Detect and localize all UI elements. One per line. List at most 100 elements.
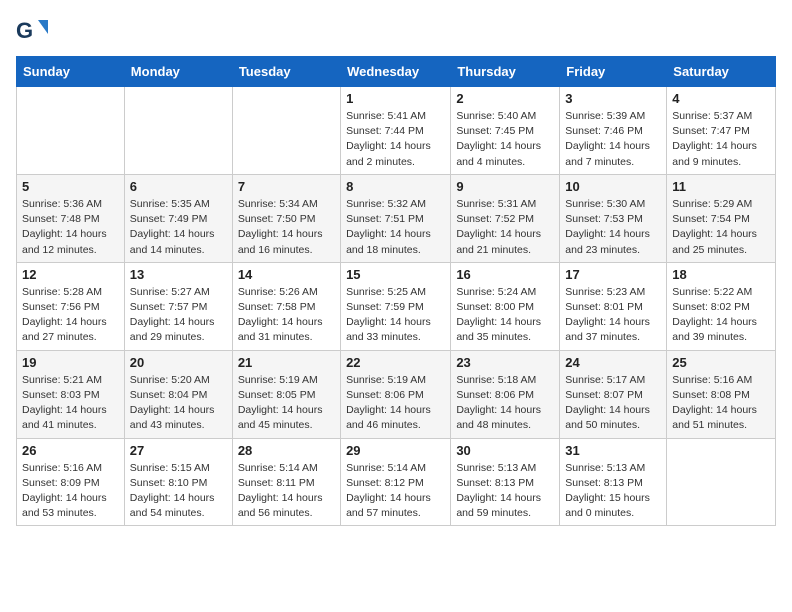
calendar-cell: 7Sunrise: 5:34 AM Sunset: 7:50 PM Daylig… xyxy=(232,174,340,262)
day-info: Sunrise: 5:37 AM Sunset: 7:47 PM Dayligh… xyxy=(672,109,770,170)
day-info: Sunrise: 5:31 AM Sunset: 7:52 PM Dayligh… xyxy=(456,197,554,258)
calendar-cell: 26 Sunrise: 5:16 AM Sunset: 8:09 PM Dayli… xyxy=(17,438,125,526)
day-number: 21 xyxy=(238,355,335,370)
calendar-week-row: 5 Sunrise: 5:36 AM Sunset: 7:48 PM Daylig… xyxy=(17,174,776,262)
day-number: 10 xyxy=(565,179,661,194)
day-number: 12 xyxy=(22,267,119,282)
header-area: G xyxy=(16,16,776,48)
calendar-cell: 12 Sunrise: 5:28 AM Sunset: 7:56 PM Dayli… xyxy=(17,262,125,350)
calendar-cell: 16 Sunrise: 5:24 AM Sunset: 8:00 PM Dayli… xyxy=(451,262,560,350)
day-info: Sunrise: 5:41 AM Sunset: 7:44 PM Dayligh… xyxy=(346,109,445,170)
calendar-cell: 29Sunrise: 5:14 AM Sunset: 8:12 PM Dayli… xyxy=(341,438,451,526)
weekday-header-friday: Friday xyxy=(560,57,667,87)
day-number: 9 xyxy=(456,179,554,194)
weekday-header-tuesday: Tuesday xyxy=(232,57,340,87)
day-info: Sunrise: 5:21 AM Sunset: 8:03 PM Dayligh… xyxy=(22,373,119,434)
day-info: Sunrise: 5:29 AM Sunset: 7:54 PM Dayligh… xyxy=(672,197,770,258)
day-info: Sunrise: 5:26 AM Sunset: 7:58 PM Dayligh… xyxy=(238,285,335,346)
calendar-cell: 17 Sunrise: 5:23 AM Sunset: 8:01 PM Dayli… xyxy=(560,262,667,350)
calendar-cell: 28Sunrise: 5:14 AM Sunset: 8:11 PM Dayli… xyxy=(232,438,340,526)
day-info: Sunrise: 5:36 AM Sunset: 7:48 PM Dayligh… xyxy=(22,197,119,258)
day-number: 29 xyxy=(346,443,445,458)
day-info: Sunrise: 5:25 AM Sunset: 7:59 PM Dayligh… xyxy=(346,285,445,346)
calendar-cell: 30Sunrise: 5:13 AM Sunset: 8:13 PM Dayli… xyxy=(451,438,560,526)
logo-icon: G xyxy=(16,16,48,48)
day-number: 20 xyxy=(130,355,227,370)
calendar-cell: 14 Sunrise: 5:26 AM Sunset: 7:58 PM Dayli… xyxy=(232,262,340,350)
day-info: Sunrise: 5:35 AM Sunset: 7:49 PM Dayligh… xyxy=(130,197,227,258)
calendar-cell: 18 Sunrise: 5:22 AM Sunset: 8:02 PM Dayli… xyxy=(667,262,776,350)
day-number: 25 xyxy=(672,355,770,370)
day-number: 11 xyxy=(672,179,770,194)
day-info: Sunrise: 5:13 AM Sunset: 8:13 PM Dayligh… xyxy=(456,461,554,522)
day-number: 19 xyxy=(22,355,119,370)
day-info: Sunrise: 5:22 AM Sunset: 8:02 PM Dayligh… xyxy=(672,285,770,346)
day-number: 5 xyxy=(22,179,119,194)
day-number: 17 xyxy=(565,267,661,282)
calendar-cell: 11 Sunrise: 5:29 AM Sunset: 7:54 PM Dayli… xyxy=(667,174,776,262)
calendar-cell: 22 Sunrise: 5:19 AM Sunset: 8:06 PM Dayli… xyxy=(341,350,451,438)
day-info: Sunrise: 5:19 AM Sunset: 8:05 PM Dayligh… xyxy=(238,373,335,434)
weekday-header-monday: Monday xyxy=(124,57,232,87)
calendar-cell: 21 Sunrise: 5:19 AM Sunset: 8:05 PM Dayli… xyxy=(232,350,340,438)
day-info: Sunrise: 5:32 AM Sunset: 7:51 PM Dayligh… xyxy=(346,197,445,258)
calendar-cell: 5 Sunrise: 5:36 AM Sunset: 7:48 PM Daylig… xyxy=(17,174,125,262)
day-number: 27 xyxy=(130,443,227,458)
day-info: Sunrise: 5:15 AM Sunset: 8:10 PM Dayligh… xyxy=(130,461,227,522)
day-info: Sunrise: 5:39 AM Sunset: 7:46 PM Dayligh… xyxy=(565,109,661,170)
calendar-week-row: 1 Sunrise: 5:41 AM Sunset: 7:44 PM Daylig… xyxy=(17,87,776,175)
calendar-cell: 25 Sunrise: 5:16 AM Sunset: 8:08 PM Dayli… xyxy=(667,350,776,438)
calendar-cell: 19 Sunrise: 5:21 AM Sunset: 8:03 PM Dayli… xyxy=(17,350,125,438)
day-number: 22 xyxy=(346,355,445,370)
day-info: Sunrise: 5:19 AM Sunset: 8:06 PM Dayligh… xyxy=(346,373,445,434)
calendar-cell: 20 Sunrise: 5:20 AM Sunset: 8:04 PM Dayli… xyxy=(124,350,232,438)
day-info: Sunrise: 5:13 AM Sunset: 8:13 PM Dayligh… xyxy=(565,461,661,522)
calendar-cell xyxy=(17,87,125,175)
calendar-cell: 9 Sunrise: 5:31 AM Sunset: 7:52 PM Daylig… xyxy=(451,174,560,262)
day-number: 3 xyxy=(565,91,661,106)
day-number: 2 xyxy=(456,91,554,106)
day-info: Sunrise: 5:40 AM Sunset: 7:45 PM Dayligh… xyxy=(456,109,554,170)
day-info: Sunrise: 5:34 AM Sunset: 7:50 PM Dayligh… xyxy=(238,197,335,258)
day-info: Sunrise: 5:18 AM Sunset: 8:06 PM Dayligh… xyxy=(456,373,554,434)
calendar-cell: 6Sunrise: 5:35 AM Sunset: 7:49 PM Daylig… xyxy=(124,174,232,262)
logo: G xyxy=(16,16,52,48)
weekday-header-row: SundayMondayTuesdayWednesdayThursdayFrid… xyxy=(17,57,776,87)
day-info: Sunrise: 5:16 AM Sunset: 8:08 PM Dayligh… xyxy=(672,373,770,434)
day-info: Sunrise: 5:30 AM Sunset: 7:53 PM Dayligh… xyxy=(565,197,661,258)
calendar-cell: 8Sunrise: 5:32 AM Sunset: 7:51 PM Daylig… xyxy=(341,174,451,262)
weekday-header-thursday: Thursday xyxy=(451,57,560,87)
calendar-week-row: 12 Sunrise: 5:28 AM Sunset: 7:56 PM Dayli… xyxy=(17,262,776,350)
calendar-week-row: 19 Sunrise: 5:21 AM Sunset: 8:03 PM Dayli… xyxy=(17,350,776,438)
calendar-cell: 4Sunrise: 5:37 AM Sunset: 7:47 PM Daylig… xyxy=(667,87,776,175)
calendar-cell: 1 Sunrise: 5:41 AM Sunset: 7:44 PM Daylig… xyxy=(341,87,451,175)
day-info: Sunrise: 5:23 AM Sunset: 8:01 PM Dayligh… xyxy=(565,285,661,346)
calendar-cell: 24 Sunrise: 5:17 AM Sunset: 8:07 PM Dayli… xyxy=(560,350,667,438)
day-number: 18 xyxy=(672,267,770,282)
day-number: 26 xyxy=(22,443,119,458)
calendar-cell xyxy=(124,87,232,175)
calendar-cell: 13 Sunrise: 5:27 AM Sunset: 7:57 PM Dayli… xyxy=(124,262,232,350)
day-number: 1 xyxy=(346,91,445,106)
calendar-cell xyxy=(232,87,340,175)
weekday-header-sunday: Sunday xyxy=(17,57,125,87)
day-number: 15 xyxy=(346,267,445,282)
day-number: 24 xyxy=(565,355,661,370)
calendar-cell: 23 Sunrise: 5:18 AM Sunset: 8:06 PM Dayli… xyxy=(451,350,560,438)
weekday-header-saturday: Saturday xyxy=(667,57,776,87)
day-info: Sunrise: 5:16 AM Sunset: 8:09 PM Dayligh… xyxy=(22,461,119,522)
day-info: Sunrise: 5:28 AM Sunset: 7:56 PM Dayligh… xyxy=(22,285,119,346)
day-number: 14 xyxy=(238,267,335,282)
day-info: Sunrise: 5:20 AM Sunset: 8:04 PM Dayligh… xyxy=(130,373,227,434)
day-info: Sunrise: 5:27 AM Sunset: 7:57 PM Dayligh… xyxy=(130,285,227,346)
calendar-table: SundayMondayTuesdayWednesdayThursdayFrid… xyxy=(16,56,776,526)
day-number: 13 xyxy=(130,267,227,282)
day-number: 23 xyxy=(456,355,554,370)
calendar-week-row: 26 Sunrise: 5:16 AM Sunset: 8:09 PM Dayli… xyxy=(17,438,776,526)
day-info: Sunrise: 5:24 AM Sunset: 8:00 PM Dayligh… xyxy=(456,285,554,346)
day-number: 28 xyxy=(238,443,335,458)
calendar-cell: 3 Sunrise: 5:39 AM Sunset: 7:46 PM Daylig… xyxy=(560,87,667,175)
day-number: 16 xyxy=(456,267,554,282)
calendar-cell: 15 Sunrise: 5:25 AM Sunset: 7:59 PM Dayli… xyxy=(341,262,451,350)
day-info: Sunrise: 5:17 AM Sunset: 8:07 PM Dayligh… xyxy=(565,373,661,434)
